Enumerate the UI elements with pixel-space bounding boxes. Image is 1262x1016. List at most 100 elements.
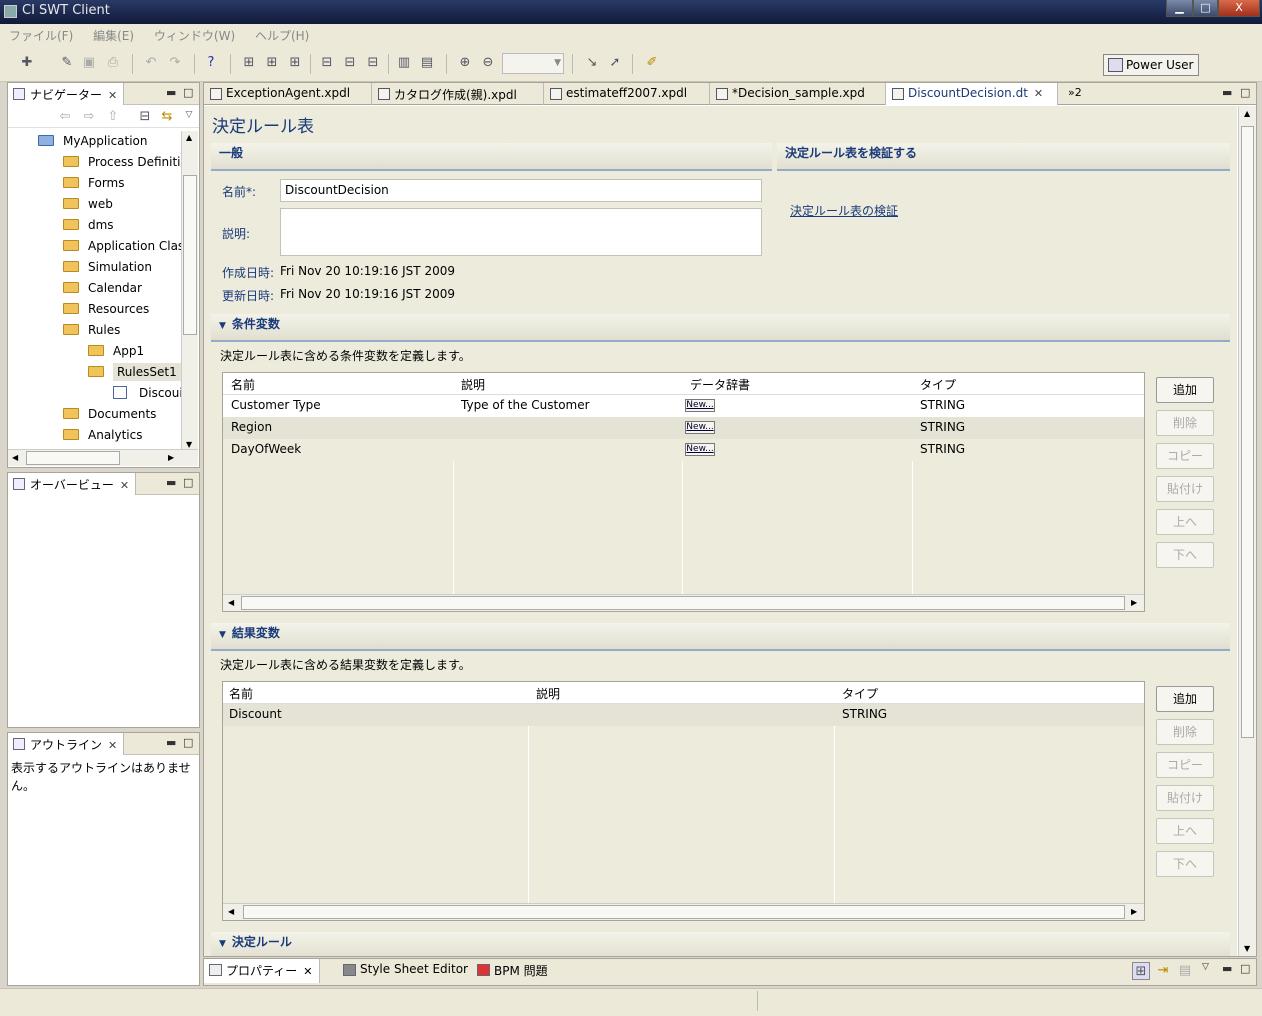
- maximize-icon[interactable]: □: [183, 476, 193, 489]
- minimize-icon[interactable]: ▬: [166, 736, 176, 749]
- col-data-dictionary[interactable]: データ辞書: [690, 376, 750, 393]
- tree-mode-icon[interactable]: ⊞: [1132, 962, 1150, 980]
- minimize-button[interactable]: ▁: [1166, 0, 1193, 17]
- filter-icon[interactable]: ⇥: [1154, 962, 1172, 980]
- result-delete-button[interactable]: 削除: [1156, 719, 1214, 745]
- align-center-icon[interactable]: ⊞: [263, 54, 281, 72]
- condition-add-button[interactable]: 追加: [1156, 377, 1214, 403]
- tree-item[interactable]: RulesSet1: [88, 362, 181, 382]
- print-icon[interactable]: ⎙: [104, 54, 122, 72]
- tree-item[interactable]: Simulation: [63, 257, 152, 277]
- result-paste-button[interactable]: 貼付け: [1156, 785, 1214, 811]
- select-pointer-icon[interactable]: ➚: [606, 54, 624, 72]
- tab-properties[interactable]: プロパティー ✕: [204, 959, 320, 983]
- navigator-vscroll[interactable]: ▲ ▼: [181, 131, 198, 451]
- maximize-icon[interactable]: □: [183, 736, 193, 749]
- tree-item[interactable]: Discoui: [113, 383, 181, 403]
- name-input[interactable]: DiscountDecision: [280, 179, 762, 202]
- up-icon[interactable]: ⇧: [104, 108, 122, 126]
- navigator-hscroll[interactable]: ◀ ▶: [8, 449, 198, 466]
- back-icon[interactable]: ⇦: [56, 108, 74, 126]
- wand-icon[interactable]: ✎: [58, 54, 76, 72]
- align-left-icon[interactable]: ⊞: [240, 54, 258, 72]
- maximize-icon[interactable]: □: [1240, 86, 1250, 99]
- conditions-hscroll[interactable]: ◀ ▶: [223, 594, 1144, 611]
- tree-item[interactable]: Application Clas: [63, 236, 181, 256]
- minimize-icon[interactable]: ▬: [1222, 962, 1232, 975]
- result-down-button[interactable]: 下へ: [1156, 851, 1214, 877]
- brush-icon[interactable]: ✐: [643, 54, 661, 72]
- tab-exception-agent[interactable]: ExceptionAgent.xpdl: [204, 83, 372, 105]
- menu-file[interactable]: ファイル(F): [0, 24, 80, 44]
- editor-vscroll[interactable]: ▲ ▼: [1238, 106, 1256, 956]
- close-icon[interactable]: ✕: [108, 89, 117, 102]
- maximize-icon[interactable]: □: [1240, 962, 1250, 975]
- align-right-icon[interactable]: ⊞: [286, 54, 304, 72]
- description-input[interactable]: [280, 208, 762, 256]
- tab-estimateff[interactable]: estimateff2007.xpdl: [544, 83, 710, 105]
- new-dictionary-button[interactable]: New...: [685, 421, 715, 434]
- close-icon[interactable]: ✕: [1034, 87, 1043, 100]
- condition-delete-button[interactable]: 削除: [1156, 410, 1214, 436]
- result-copy-button[interactable]: コピー: [1156, 752, 1214, 778]
- table-row[interactable]: DayOfWeek New... STRING: [223, 439, 1144, 461]
- tree-item[interactable]: Calendar: [63, 278, 142, 298]
- minimize-icon[interactable]: ▬: [166, 86, 176, 99]
- col-type[interactable]: タイプ: [920, 376, 956, 393]
- close-icon[interactable]: ✕: [120, 479, 129, 492]
- maximize-button[interactable]: □: [1193, 0, 1218, 17]
- menu-window[interactable]: ウィンドウ(W): [145, 24, 242, 44]
- minimize-icon[interactable]: ▬: [166, 476, 176, 489]
- tree-item[interactable]: App1: [88, 341, 144, 361]
- tree-item[interactable]: Process Definiti: [63, 152, 181, 172]
- menu-help[interactable]: ヘルプ(H): [246, 24, 316, 44]
- results-section-header[interactable]: ▼ 結果変数: [211, 623, 1230, 651]
- result-add-button[interactable]: 追加: [1156, 686, 1214, 712]
- condition-paste-button[interactable]: 貼付け: [1156, 476, 1214, 502]
- col-description[interactable]: 説明: [536, 685, 560, 702]
- tree-item[interactable]: MyApplication: [38, 131, 148, 151]
- tree-item[interactable]: Documents: [63, 404, 156, 424]
- new-dictionary-button[interactable]: New...: [685, 399, 715, 412]
- outline-tab[interactable]: アウトライン ✕: [8, 733, 125, 755]
- redo-icon[interactable]: ↷: [166, 54, 184, 72]
- menu-edit[interactable]: 編集(E): [84, 24, 141, 44]
- maximize-icon[interactable]: □: [183, 86, 193, 99]
- tree-item[interactable]: Forms: [63, 173, 124, 193]
- tree-item[interactable]: Resources: [63, 299, 149, 319]
- table-row[interactable]: Region New... STRING: [223, 417, 1144, 439]
- tree-item[interactable]: dms: [63, 215, 114, 235]
- tab-overflow[interactable]: »2: [1068, 86, 1082, 99]
- tree-item[interactable]: Rules: [63, 320, 120, 340]
- align-bottom-icon[interactable]: ⊟: [364, 54, 382, 72]
- link-editor-icon[interactable]: ⇆: [158, 108, 176, 126]
- validate-link[interactable]: 決定ルール表の検証: [790, 202, 898, 219]
- tree-item[interactable]: web: [63, 194, 113, 214]
- align-middle-icon[interactable]: ⊟: [341, 54, 359, 72]
- distribute-v-icon[interactable]: ▤: [418, 54, 436, 72]
- table-row[interactable]: Customer Type Type of the Customer New..…: [223, 395, 1144, 417]
- close-icon[interactable]: ✕: [108, 739, 117, 752]
- align-top-icon[interactable]: ⊟: [318, 54, 336, 72]
- restore-icon[interactable]: ▤: [1176, 962, 1194, 980]
- condition-copy-button[interactable]: コピー: [1156, 443, 1214, 469]
- result-up-button[interactable]: 上へ: [1156, 818, 1214, 844]
- power-user-button[interactable]: Power User: [1103, 54, 1199, 76]
- forward-icon[interactable]: ⇨: [80, 108, 98, 126]
- tab-discount-decision[interactable]: DiscountDecision.dt ✕: [886, 83, 1058, 105]
- twistie-expanded-icon[interactable]: ▼: [219, 321, 226, 331]
- zoom-out-icon[interactable]: ⊖: [479, 54, 497, 72]
- tab-decision-sample[interactable]: *Decision_sample.xpd: [710, 83, 886, 105]
- new-dictionary-button[interactable]: New...: [685, 443, 715, 456]
- help-icon[interactable]: ?: [202, 54, 220, 72]
- condition-down-button[interactable]: 下へ: [1156, 542, 1214, 568]
- tree-item[interactable]: Analytics: [63, 425, 143, 445]
- new-icon[interactable]: ✚: [18, 54, 36, 72]
- zoom-in-icon[interactable]: ⊕: [456, 54, 474, 72]
- close-icon[interactable]: ✕: [303, 965, 312, 978]
- overview-tab[interactable]: オーバービュー ✕: [8, 473, 137, 495]
- conditions-section-header[interactable]: ▼ 条件変数: [211, 314, 1230, 342]
- zoom-combo[interactable]: ▼: [502, 53, 564, 74]
- collapse-all-icon[interactable]: ⊟: [136, 108, 154, 126]
- view-menu-icon[interactable]: ▽: [180, 106, 198, 124]
